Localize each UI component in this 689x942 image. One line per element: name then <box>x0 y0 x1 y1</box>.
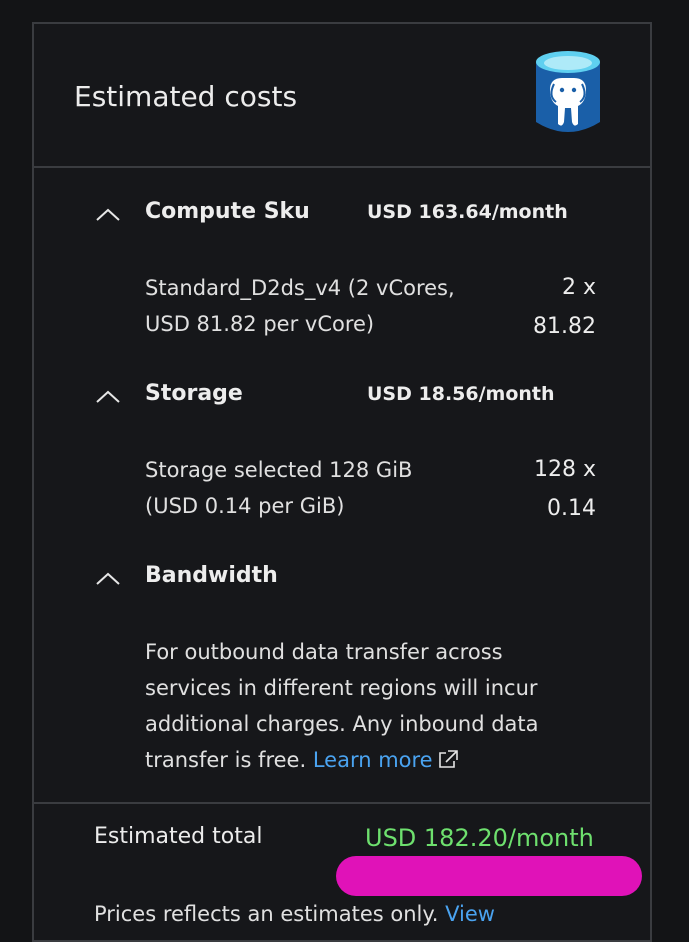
section-bandwidth[interactable]: Bandwidth <box>34 558 650 598</box>
chevron-up-icon[interactable] <box>94 384 122 408</box>
total-divider <box>34 802 650 804</box>
compute-multiplier: 2 x 81.82 <box>496 268 596 346</box>
storage-detail: Storage selected 128 GiB (USD 0.14 per G… <box>145 452 485 524</box>
text-line: additional charges. Any inbound data <box>145 712 539 736</box>
multiplier-line: 81.82 <box>533 314 596 339</box>
redaction-mark <box>336 856 642 896</box>
price-note: Prices reflects an estimates only. View <box>94 902 495 926</box>
chevron-up-icon[interactable] <box>94 202 122 226</box>
estimated-total-label: Estimated total <box>94 824 263 849</box>
text-line: services in different regions will incur <box>145 676 538 700</box>
multiplier-line: 2 x <box>561 275 596 300</box>
text-line: For outbound data transfer across <box>145 640 503 664</box>
section-amount: USD 163.64/month <box>367 201 568 223</box>
bandwidth-description: For outbound data transfer across servic… <box>145 634 595 778</box>
compute-detail: Standard_D2ds_v4 (2 vCores, USD 81.82 pe… <box>145 270 485 342</box>
chevron-up-icon[interactable] <box>94 566 122 590</box>
section-compute-sku[interactable]: Compute Sku USD 163.64/month <box>34 194 650 234</box>
note-text: Prices reflects an estimates only. <box>94 902 446 926</box>
text-fragment: transfer is free. <box>145 748 313 772</box>
section-title: Compute Sku <box>145 199 310 224</box>
detail-line: Storage selected 128 GiB <box>145 458 413 482</box>
section-title: Storage <box>145 381 243 406</box>
detail-line: (USD 0.14 per GiB) <box>145 494 345 518</box>
multiplier-line: 128 x <box>533 457 596 482</box>
section-amount: USD 18.56/month <box>367 383 555 405</box>
text-line: transfer is free. Learn more <box>145 742 595 778</box>
panel-title: Estimated costs <box>74 80 298 113</box>
storage-multiplier: 128 x 0.14 <box>496 450 596 528</box>
multiplier-line: 0.14 <box>547 496 596 521</box>
panel-header: Estimated costs <box>34 24 650 168</box>
estimated-costs-panel: Estimated costs Compute Sku USD 163.64/m… <box>32 22 652 942</box>
section-storage[interactable]: Storage USD 18.56/month <box>34 376 650 416</box>
view-link[interactable]: View <box>445 902 495 926</box>
section-title: Bandwidth <box>145 563 278 588</box>
estimated-total-value: USD 182.20/month <box>365 824 594 852</box>
postgresql-database-icon <box>536 51 600 132</box>
learn-more-link[interactable]: Learn more <box>313 748 433 772</box>
external-link-icon[interactable] <box>437 749 459 769</box>
detail-line: Standard_D2ds_v4 (2 vCores, <box>145 276 455 300</box>
detail-line: USD 81.82 per vCore) <box>145 312 375 336</box>
